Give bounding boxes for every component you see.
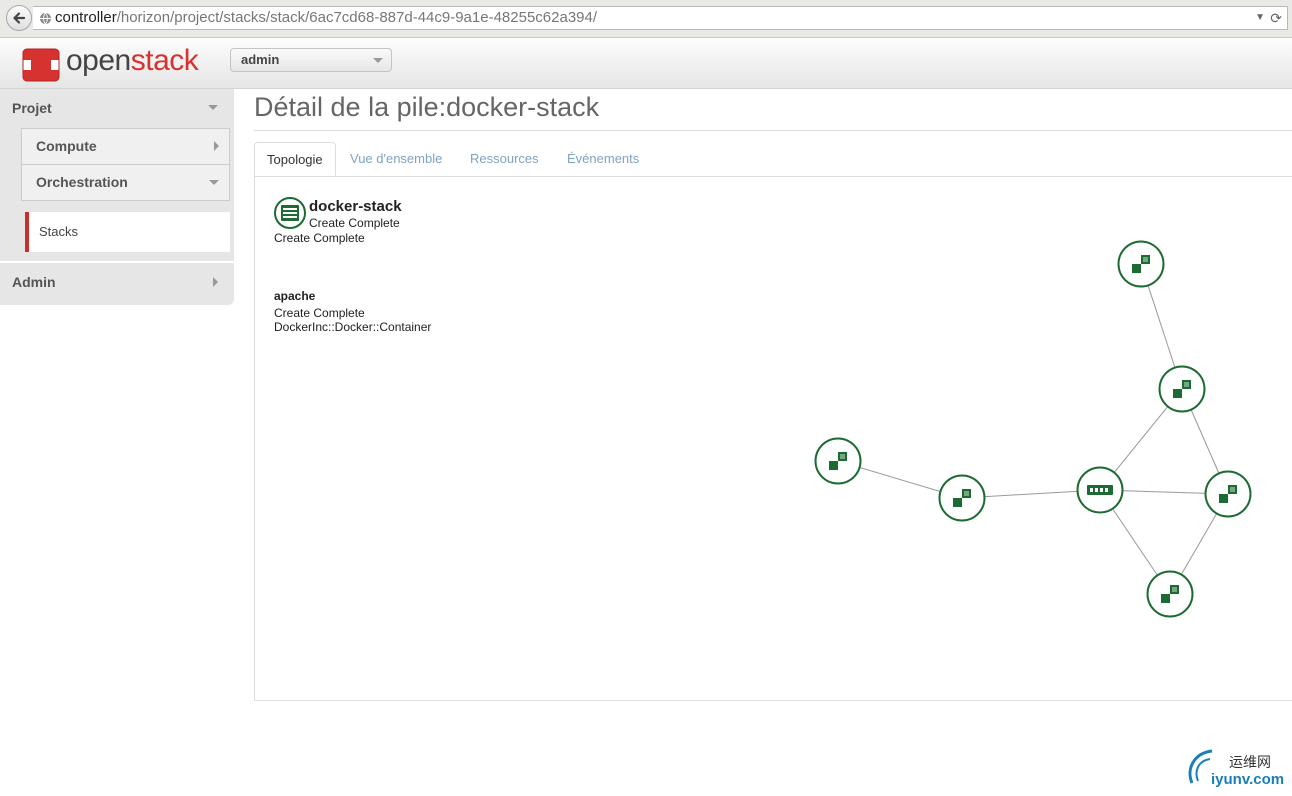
container-node[interactable] [814,437,862,485]
tab-topologie[interactable]: Topologie [254,142,336,176]
history-dropdown-icon[interactable]: ▼ [1255,7,1265,29]
address-bar[interactable]: controller/horizon/project/stacks/stack/… [33,6,1288,30]
resource-type: DockerInc::Docker::Container [274,320,432,334]
globe-icon [40,12,51,25]
watermark-cn: 运维网 [1229,754,1271,770]
sidebar-item-stacks[interactable]: Stacks [25,212,230,252]
sidebar-item-label: Stacks [39,224,79,239]
container-node[interactable] [1146,570,1194,618]
container-node[interactable] [1204,470,1252,518]
tab-vue-ensemble[interactable]: Vue d'ensemble [338,142,454,176]
top-header: openstack admin [0,38,1292,89]
topology-links [837,263,1229,595]
openstack-logo-icon[interactable] [22,48,60,82]
sidebar-item-compute[interactable]: Compute [21,128,230,165]
project-switcher[interactable]: admin [230,48,392,72]
chevron-right-icon [213,277,218,287]
stack-status-icon [274,197,306,229]
sidebar-item-label: Orchestration [36,174,128,190]
sidebar-item-projet[interactable]: Projet [0,89,234,127]
stack-node[interactable] [1076,466,1124,514]
resource-name: apache [274,289,316,303]
container-node[interactable] [938,474,986,522]
detail-tabs: Topologie Vue d'ensemble Ressources Évén… [254,142,1292,177]
tab-ressources[interactable]: Ressources [458,142,551,176]
title-divider [254,130,1292,131]
brand-name: openstack [66,44,199,78]
sidebar-item-label: Admin [12,274,56,290]
stack-status: Create Complete [309,216,400,230]
back-arrow-icon [13,12,26,24]
sidebar: Projet Compute Orchestration Stacks Admi… [0,89,234,305]
resource-status: Create Complete [274,306,365,320]
stack-name: docker-stack [309,198,402,215]
brand-stack: stack [130,44,199,77]
sidebar-item-label: Projet [12,100,52,116]
address-text: controller/horizon/project/stacks/stack/… [55,7,597,29]
project-switcher-label: admin [241,52,280,67]
sidebar-item-orchestration[interactable]: Orchestration [21,164,230,201]
sidebar-item-admin[interactable]: Admin [0,263,234,301]
brand-open: open [66,44,131,77]
url-host: controller [55,9,117,26]
container-node[interactable] [1158,365,1206,413]
sidebar-item-label: Compute [36,138,97,154]
back-button[interactable] [6,5,32,31]
watermark-en: iyunv.com [1211,771,1285,788]
watermark-logo-icon [1188,749,1213,784]
topology-graph[interactable] [800,230,1280,630]
browser-toolbar: controller/horizon/project/stacks/stack/… [0,0,1292,38]
tab-evenements[interactable]: Événements [555,142,651,176]
url-path: /horizon/project/stacks/stack/6ac7cd68-8… [116,9,598,26]
chevron-down-icon [209,180,219,185]
chevron-down-icon [373,58,383,63]
chevron-down-icon [208,105,218,110]
reload-icon[interactable]: ⟳ [1270,7,1282,29]
page-title: Détail de la pile:docker-stack [254,92,600,122]
container-node[interactable] [1117,240,1165,288]
stack-status-reason: Create Complete [274,231,365,245]
chevron-right-icon [214,141,219,151]
